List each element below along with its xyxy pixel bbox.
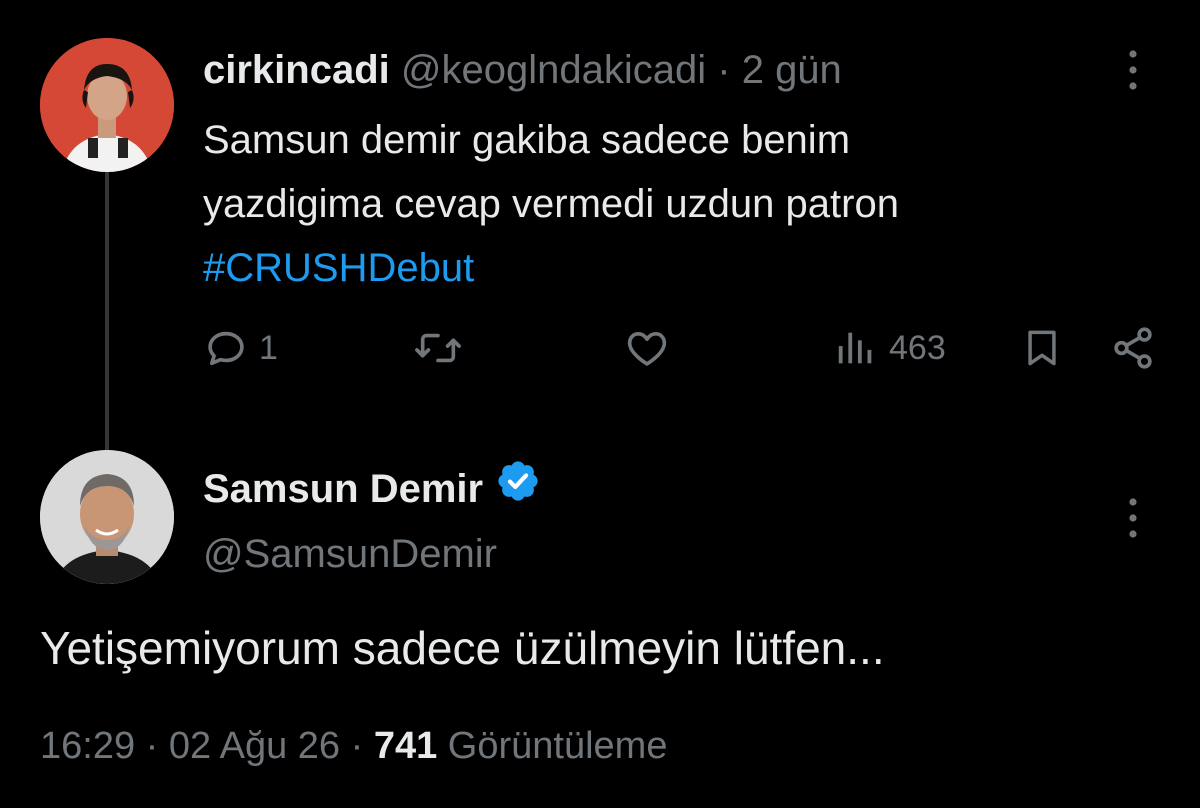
bookmark-icon bbox=[1020, 325, 1064, 371]
reply-time-ago[interactable]: 2 gün bbox=[742, 48, 842, 92]
tweet-metadata: 16:29 · 02 Ağu 26 · 741 Görüntüleme bbox=[40, 718, 667, 774]
reply-author-name[interactable]: cirkincadi bbox=[203, 48, 390, 92]
bookmark-button[interactable] bbox=[1020, 320, 1064, 376]
meta-separator: · bbox=[350, 725, 364, 767]
reply-icon bbox=[203, 325, 249, 371]
retweet-button[interactable] bbox=[412, 320, 464, 376]
reply-text-line-1: Samsun demir gakiba sadece benim bbox=[203, 118, 851, 162]
views-icon bbox=[833, 325, 879, 371]
reply-text-line-2: yazdigima cevap vermedi uzdun patron bbox=[203, 182, 899, 226]
author-name[interactable]: Samsun Demir bbox=[203, 461, 483, 517]
author-handle[interactable]: @SamsunDemir bbox=[203, 526, 497, 582]
thread-connector-line bbox=[105, 172, 109, 454]
tweet-time[interactable]: 16:29 bbox=[40, 725, 135, 767]
reply-tweet-text: Samsun demir gakiba sadece benim yazdigi… bbox=[203, 108, 1123, 300]
like-button[interactable] bbox=[624, 320, 670, 376]
tweet-text: Yetişemiyorum sadece üzülmeyin lütfen... bbox=[40, 622, 885, 674]
avatar-image bbox=[40, 38, 174, 172]
verified-badge-icon bbox=[495, 458, 541, 519]
reply-tweet-header: cirkincadi @keoglndakicadi · 2 gün bbox=[203, 42, 842, 98]
like-icon bbox=[624, 325, 670, 371]
header-separator: · bbox=[717, 48, 731, 92]
views-count: 463 bbox=[889, 328, 946, 367]
views-count: 741 bbox=[373, 725, 438, 767]
retweet-icon bbox=[412, 325, 464, 371]
share-icon bbox=[1110, 325, 1156, 371]
reply-action-bar: 1 463 bbox=[0, 320, 1200, 376]
meta-separator: · bbox=[145, 725, 159, 767]
more-icon[interactable] bbox=[1125, 48, 1141, 92]
views-button[interactable]: 463 bbox=[833, 320, 946, 376]
tweet-date[interactable]: 02 Ağu 26 bbox=[169, 725, 340, 767]
views-label: Görüntüleme bbox=[447, 725, 668, 767]
reply-author-handle[interactable]: @keoglndakicadi bbox=[401, 48, 706, 92]
share-button[interactable] bbox=[1110, 320, 1156, 376]
author-avatar[interactable] bbox=[40, 450, 174, 584]
reply-author-avatar[interactable] bbox=[40, 38, 174, 172]
reply-button[interactable]: 1 bbox=[203, 320, 278, 376]
hashtag-link[interactable]: #CRUSHDebut bbox=[203, 236, 1123, 300]
author-name-row: Samsun Demir bbox=[203, 458, 541, 519]
avatar-image bbox=[40, 450, 174, 584]
more-icon[interactable] bbox=[1125, 496, 1141, 540]
reply-count: 1 bbox=[259, 328, 278, 367]
